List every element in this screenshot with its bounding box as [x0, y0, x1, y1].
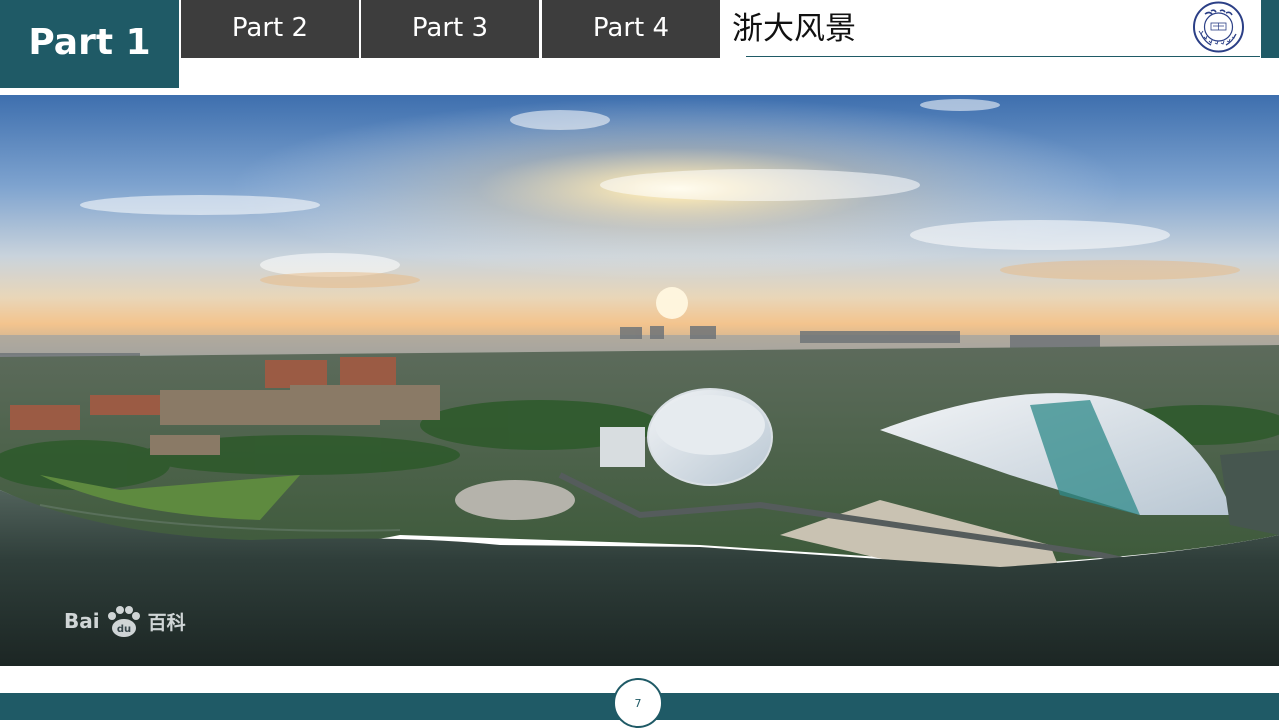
tab-part-2[interactable]: Part 2	[181, 0, 359, 58]
page-number: 7	[613, 678, 663, 728]
tab-part-1[interactable]: Part 1	[0, 0, 179, 88]
university-seal-icon	[1191, 1, 1246, 53]
watermark-text-bai: Bai	[64, 609, 100, 633]
tab-part-4[interactable]: Part 4	[542, 0, 720, 58]
tab-part-3[interactable]: Part 3	[361, 0, 539, 58]
baidu-paw-icon: du	[102, 604, 146, 638]
slide-title: 浙大风景	[732, 11, 856, 47]
svg-text:du: du	[116, 624, 130, 635]
baidu-watermark: Bai du 百科	[64, 603, 186, 639]
watermark-text-baike: 百科	[147, 611, 186, 634]
campus-panorama-photo	[0, 95, 1279, 666]
title-underline	[746, 56, 1260, 57]
header-accent-bar	[1261, 0, 1279, 58]
